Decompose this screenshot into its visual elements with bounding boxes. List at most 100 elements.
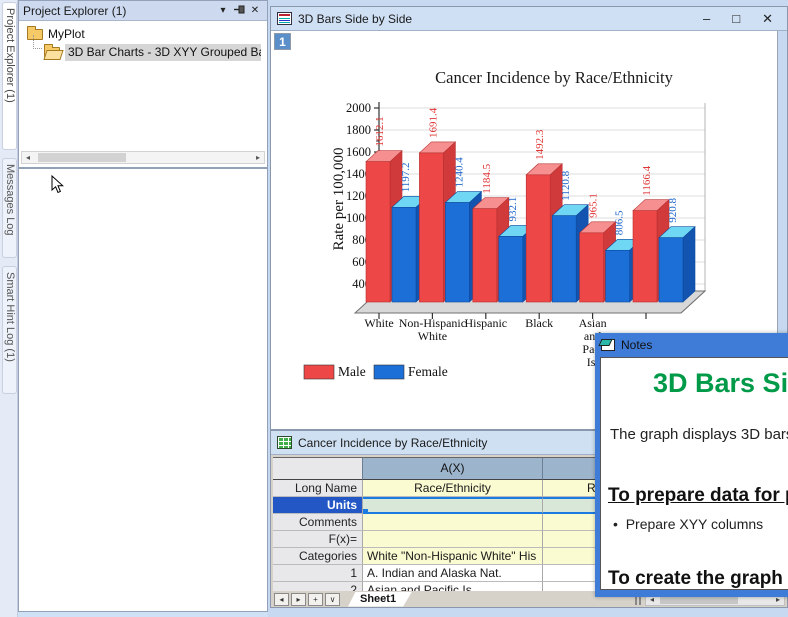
bar-value-label: 932.1 — [507, 197, 519, 222]
scroll-right-icon[interactable]: ▸ — [252, 152, 264, 163]
folder-open-icon — [44, 47, 60, 58]
bar-female-3[interactable] — [552, 216, 576, 302]
graph-window-titlebar[interactable]: 3D Bars Side by Side – □ ✕ — [271, 7, 787, 31]
project-explorer-header: Project Explorer (1) ▾ ✕ — [19, 1, 267, 21]
bar-male-5[interactable] — [633, 211, 657, 302]
project-explorer-panel: Project Explorer (1) ▾ ✕ MyPlot 3D Bar C… — [18, 0, 268, 168]
x-category-label: Non-Hispanic — [399, 316, 466, 330]
worksheet-icon — [277, 436, 292, 449]
sheet-nav-button[interactable]: ◂ — [274, 593, 289, 606]
sheet-tab-sheet1[interactable]: Sheet1 — [348, 592, 412, 607]
notes-titlebar[interactable]: Notes — [595, 333, 788, 357]
bar-value-label: 806.5 — [614, 210, 626, 235]
column-header-A[interactable]: A(X) — [363, 458, 543, 480]
sheet-nav-button[interactable]: ∨ — [325, 593, 340, 606]
bullet-marker: • — [613, 516, 618, 532]
row-header[interactable]: Long Name — [273, 480, 363, 497]
bar-value-label: 1612.1 — [374, 116, 386, 146]
bar-male-1[interactable] — [419, 153, 443, 302]
close-icon[interactable]: ✕ — [762, 11, 773, 27]
bar-male-3[interactable] — [526, 175, 550, 302]
chart-title: Cancer Incidence by Race/Ethnicity — [435, 68, 674, 87]
rail-tab-project-explorer-1-[interactable]: Project Explorer (1) — [2, 2, 17, 150]
panel-pin-icon[interactable] — [231, 5, 247, 17]
graph-window-title: 3D Bars Side by Side — [298, 12, 412, 26]
legend-swatch-male — [304, 365, 334, 379]
row-header[interactable]: Categories — [273, 548, 363, 565]
worksheet-title: Cancer Incidence by Race/Ethnicity — [298, 436, 487, 450]
cell-a[interactable] — [363, 514, 543, 531]
dock-tab-rail: Project Explorer (1) Messages Log Smart Hi… — [0, 0, 18, 617]
notes-content: 3D Bars Side by Side The graph displays … — [600, 357, 788, 590]
bar-value-label: 1492.3 — [534, 129, 546, 160]
bar-side-female-5 — [683, 227, 695, 302]
x-category-label: Hispanic — [464, 316, 507, 330]
y-axis-title: Rate per 100,000 — [331, 148, 347, 251]
column-header[interactable] — [273, 458, 363, 480]
sheet-nav-button[interactable]: ▸ — [291, 593, 306, 606]
sheet-nav-button[interactable]: + — [308, 593, 323, 606]
rail-tab-messages-log[interactable]: Messages Log — [2, 158, 17, 258]
legend-label: Male — [338, 364, 366, 379]
bar-value-label: 1120.8 — [560, 170, 572, 200]
bar-value-label: 1184.5 — [481, 163, 493, 193]
x-category-label: White — [364, 316, 393, 330]
bar-female-2[interactable] — [499, 236, 523, 302]
notes-title: Notes — [621, 338, 652, 352]
bar-value-label: 920.8 — [667, 197, 679, 222]
cell-a[interactable]: Race/Ethnicity — [363, 480, 543, 497]
bar-female-0[interactable] — [392, 207, 416, 302]
notes-window[interactable]: Notes 3D Bars Side by Side The graph dis… — [595, 333, 788, 597]
legend-label: Female — [408, 364, 448, 379]
notes-section-heading-2: To create the graph — [608, 568, 783, 590]
row-header[interactable]: Comments — [273, 514, 363, 531]
x-category-label: White — [418, 329, 447, 343]
bar-female-4[interactable] — [606, 250, 630, 302]
notes-heading: 3D Bars Side by Side — [653, 368, 788, 399]
y-tick-label: 2000 — [346, 101, 371, 115]
mdi-workspace: 3D Bars Side by Side – □ ✕ 1 40060080010… — [268, 0, 788, 617]
project-explorer-hscrollbar[interactable]: ◂ ▸ — [21, 151, 265, 164]
graph-window-icon — [277, 12, 292, 25]
notes-icon — [601, 339, 615, 351]
maximize-icon[interactable]: □ — [732, 11, 740, 27]
cell-a[interactable] — [363, 531, 543, 548]
project-explorer-contents-pane — [18, 168, 268, 612]
x-category-label: Black — [525, 316, 553, 330]
cell-a[interactable]: A. Indian and Alaska Nat. — [363, 565, 543, 582]
y-tick-label: 1600 — [346, 145, 371, 159]
bar-female-5[interactable] — [659, 238, 683, 302]
panel-close-icon[interactable]: ✕ — [247, 5, 263, 16]
selection-handle[interactable] — [363, 509, 368, 514]
bar-value-label: 1240.4 — [453, 157, 465, 188]
notes-section-heading: To prepare data for plot — [608, 485, 788, 507]
tree-item-label: 3D Bar Charts - 3D XYY Grouped Bars f — [65, 44, 261, 61]
y-tick-label: 1800 — [346, 123, 371, 137]
rail-tab-smart-hint-log-1-[interactable]: Smart Hint Log (1) — [2, 266, 17, 394]
panel-dropdown-icon[interactable]: ▾ — [215, 5, 231, 16]
layer-badge[interactable]: 1 — [274, 33, 291, 50]
bar-value-label: 1691.4 — [427, 107, 439, 138]
cell-a[interactable] — [363, 497, 543, 514]
row-header[interactable]: F(x)= — [273, 531, 363, 548]
mouse-cursor — [51, 175, 64, 194]
notes-paragraph: The graph displays 3D bars side by side — [610, 426, 788, 443]
tree-item-3d-bar-charts[interactable]: 3D Bar Charts - 3D XYY Grouped Bars f — [44, 44, 261, 61]
bar-value-label: 965.1 — [588, 193, 600, 218]
bar-male-2[interactable] — [473, 209, 497, 302]
tree-connector — [33, 35, 42, 49]
cell-a[interactable]: White "Non-Hispanic White" His — [363, 548, 543, 565]
bar-male-0[interactable] — [366, 162, 390, 302]
scrollbar-thumb[interactable] — [38, 153, 126, 162]
legend-swatch-female — [374, 365, 404, 379]
tree-item-label: MyPlot — [48, 27, 85, 41]
bar-value-label: 1166.4 — [641, 165, 653, 195]
bar-female-1[interactable] — [445, 203, 469, 302]
row-header[interactable]: Units — [273, 497, 363, 514]
minimize-icon[interactable]: – — [703, 11, 710, 27]
bar-value-label: 1197.2 — [400, 162, 412, 192]
bar-male-4[interactable] — [580, 233, 604, 302]
app-root: { "left_rail": { "tabs": [ { "label": "P… — [0, 0, 788, 617]
row-header[interactable]: 1 — [273, 565, 363, 582]
scroll-left-icon[interactable]: ◂ — [22, 152, 34, 163]
